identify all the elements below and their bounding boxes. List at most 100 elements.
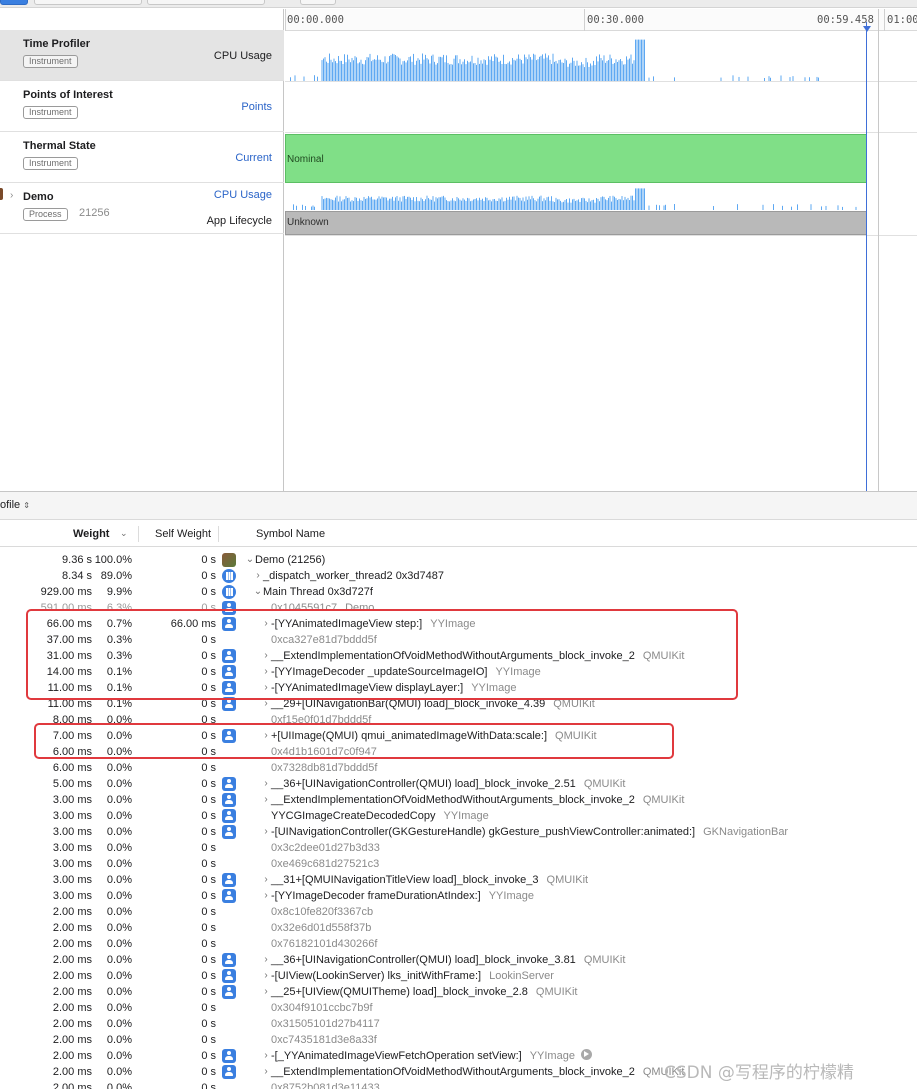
table-row[interactable]: 31.00 ms 0.3% 0 s › __ExtendImplementationOf…: [0, 648, 917, 664]
table-row[interactable]: 8.00 ms 0.0% 0 s 0xf15e0f01d7bddd5f: [0, 712, 917, 728]
table-row[interactable]: 2.00 ms 0.0% 0 s 0x304f9101ccbc7b9f: [0, 1000, 917, 1016]
library-name: QMUIKit: [642, 650, 685, 662]
symbol-text: Main Thread 0x3d727f: [263, 586, 373, 598]
table-row[interactable]: 6.00 ms 0.0% 0 s 0x7328db81d7bddd5f: [0, 760, 917, 776]
toolbar-button[interactable]: [0, 0, 28, 5]
self-weight-value: 0 s: [201, 970, 216, 982]
table-row[interactable]: 7.00 ms 0.0% 0 s › +[UIImage(QMUI) qmui_anim…: [0, 728, 917, 744]
track-label[interactable]: CPU Usage: [214, 50, 272, 62]
weight-value: 3.00 ms: [52, 890, 92, 902]
weight-percent: 0.0%: [106, 842, 132, 854]
playhead[interactable]: [866, 22, 867, 491]
thermal-state-bar[interactable]: Nominal: [285, 134, 867, 183]
track-label[interactable]: CPU Usage: [214, 189, 272, 201]
profile-selector[interactable]: ofile ⇕: [0, 499, 30, 511]
cpu-usage-lane[interactable]: [285, 31, 917, 82]
table-row[interactable]: 929.00 ms 9.9% 0 s ⌄ Main Thread 0x3d727f: [0, 584, 917, 600]
table-row[interactable]: 5.00 ms 0.0% 0 s › __36+[UINavigationControl…: [0, 776, 917, 792]
symbol-name: Demo (21256): [255, 552, 325, 568]
weight-value: 3.00 ms: [52, 842, 92, 854]
points-lane[interactable]: [285, 82, 917, 133]
self-weight-value: 0 s: [201, 1066, 216, 1078]
toolbar-button[interactable]: [34, 0, 142, 5]
table-row[interactable]: 9.36 s 100.0% 0 s ⌄ Demo (21256): [0, 552, 917, 568]
column-header-symbol-name[interactable]: Symbol Name: [256, 528, 325, 540]
sort-descending-icon[interactable]: ⌄: [120, 528, 128, 539]
table-row[interactable]: 3.00 ms 0.0% 0 s › -[YYImageDecoder frameDur…: [0, 888, 917, 904]
table-row[interactable]: 14.00 ms 0.1% 0 s › -[YYImageDecoder _update…: [0, 664, 917, 680]
table-row[interactable]: 2.00 ms 0.0% 0 s › __36+[UINavigationControl…: [0, 952, 917, 968]
column-header-self-weight[interactable]: Self Weight: [155, 528, 211, 540]
table-row[interactable]: 37.00 ms 0.3% 0 s 0xca327e81d7bddd5f: [0, 632, 917, 648]
symbol-name: __ExtendImplementationOfVoidMethodWithou…: [271, 792, 684, 808]
track-label[interactable]: Points: [241, 101, 272, 113]
table-row[interactable]: 3.00 ms 0.0% 0 s › -[UINavigationController(…: [0, 824, 917, 840]
weight-value: 9.36 s: [62, 554, 92, 566]
weight-percent: 0.0%: [106, 954, 132, 966]
table-row[interactable]: 2.00 ms 0.0% 0 s 0x76182101d430266f: [0, 936, 917, 952]
table-row[interactable]: 2.00 ms 0.0% 0 s › __25+[UIView(QMUITheme) l…: [0, 984, 917, 1000]
library-name: QMUIKit: [583, 954, 626, 966]
self-weight-value: 0 s: [201, 874, 216, 886]
table-row[interactable]: 2.00 ms 0.0% 0 s › -[UIView(LookinServer) lk…: [0, 968, 917, 984]
go-to-source-icon[interactable]: [580, 1049, 592, 1060]
self-weight-value: 0 s: [201, 1002, 216, 1014]
table-row[interactable]: 2.00 ms 0.0% 0 s 0x31505101d27b4117: [0, 1016, 917, 1032]
app-icon: [222, 553, 236, 567]
timeline-area[interactable]: 00:00.000 00:30.000 00:59.458 01:00 Nomi…: [285, 9, 917, 491]
symbol-text: 0x7328db81d7bddd5f: [271, 762, 378, 774]
library-name: QMUIKit: [553, 698, 595, 710]
symbol-name: 0xf15e0f01d7bddd5f: [271, 712, 371, 728]
weight-percent: 0.1%: [106, 682, 132, 694]
symbol-text: 0xe469c681d27521c3: [271, 858, 380, 870]
column-header-weight[interactable]: Weight: [73, 528, 109, 540]
symbol-name: __ExtendImplementationOfVoidMethodWithou…: [271, 648, 684, 664]
table-row[interactable]: 3.00 ms 0.0% 0 s › __ExtendImplementationOfV…: [0, 792, 917, 808]
table-row[interactable]: 11.00 ms 0.1% 0 s › __29+[UINavigationBar(QM…: [0, 696, 917, 712]
symbol-text: __36+[UINavigationController(QMUI) load]…: [271, 954, 576, 966]
toolbar-button[interactable]: [147, 0, 265, 5]
time-ruler[interactable]: 00:00.000 00:30.000 00:59.458 01:00: [285, 9, 917, 31]
app-lifecycle-bar[interactable]: Unknown: [285, 211, 867, 235]
weight-percent: 0.0%: [106, 714, 132, 726]
user-code-icon: [222, 697, 236, 711]
table-row[interactable]: 591.00 ms 6.3% 0 s 0x1045591c7 Demo: [0, 600, 917, 616]
self-weight-value: 0 s: [201, 922, 216, 934]
table-row[interactable]: 3.00 ms 0.0% 0 s › __31+[QMUINavigationTitle…: [0, 872, 917, 888]
track-label-secondary[interactable]: App Lifecycle: [207, 215, 272, 227]
table-row[interactable]: 3.00 ms 0.0% 0 s 0xe469c681d27521c3: [0, 856, 917, 872]
library-name: Demo: [345, 602, 375, 614]
thermal-state-label: Nominal: [287, 154, 324, 165]
table-row[interactable]: 8.34 s 89.0% 0 s › _dispatch_worker_thread2 …: [0, 568, 917, 584]
library-name: QMUIKit: [583, 778, 626, 790]
toolbar-button[interactable]: [300, 0, 336, 5]
library-name: YYImage: [430, 618, 476, 630]
table-row[interactable]: 2.00 ms 0.0% 0 s 0xc7435181d3e8a33f: [0, 1032, 917, 1048]
track-label[interactable]: Current: [235, 152, 272, 164]
chevron-right-icon[interactable]: ›: [10, 190, 13, 201]
table-row[interactable]: 6.00 ms 0.0% 0 s 0x4d1b1601d7c0f947: [0, 744, 917, 760]
table-row[interactable]: 2.00 ms 0.0% 0 s 0x32e6d01d558f37b: [0, 920, 917, 936]
weight-value: 7.00 ms: [52, 730, 92, 742]
recording-end-line: [878, 9, 879, 491]
table-row[interactable]: 2.00 ms 0.0% 0 s 0x8c10fe820f3367cb: [0, 904, 917, 920]
tick-label: 01:00: [887, 14, 917, 26]
weight-value: 31.00 ms: [46, 650, 92, 662]
table-row[interactable]: 66.00 ms 0.7% 66.00 ms › -[YYAnimatedImageVi…: [0, 616, 917, 632]
instrument-row-thermal-state[interactable]: Thermal State Instrument Current: [0, 132, 284, 183]
table-row[interactable]: 3.00 ms 0.0% 0 s 0x3c2dee01d27b3d33: [0, 840, 917, 856]
weight-percent: 0.0%: [106, 922, 132, 934]
symbol-name: -[YYAnimatedImageView step:] YYImage: [271, 616, 475, 632]
symbol-text: 0xc7435181d3e8a33f: [271, 1034, 377, 1046]
table-row[interactable]: 3.00 ms 0.0% 0 s YYCGImageCreateDecodedCopy…: [0, 808, 917, 824]
symbol-name: -[YYAnimatedImageView displayLayer:] YYIm…: [271, 680, 516, 696]
instrument-row-points-of-interest[interactable]: Points of Interest Instrument Points: [0, 81, 284, 132]
table-row[interactable]: 11.00 ms 0.1% 0 s › -[YYAnimatedImageView di…: [0, 680, 917, 696]
instrument-row-time-profiler[interactable]: Time Profiler Instrument CPU Usage: [0, 30, 284, 81]
weight-percent: 89.0%: [100, 570, 132, 582]
user-code-icon: [222, 985, 236, 999]
instrument-row-demo-process[interactable]: › Demo Process 21256 CPU Usage App Lifec…: [0, 183, 284, 234]
self-weight-value: 0 s: [201, 1050, 216, 1062]
playhead-marker-icon[interactable]: [863, 26, 871, 32]
self-weight-value: 0 s: [201, 682, 216, 694]
